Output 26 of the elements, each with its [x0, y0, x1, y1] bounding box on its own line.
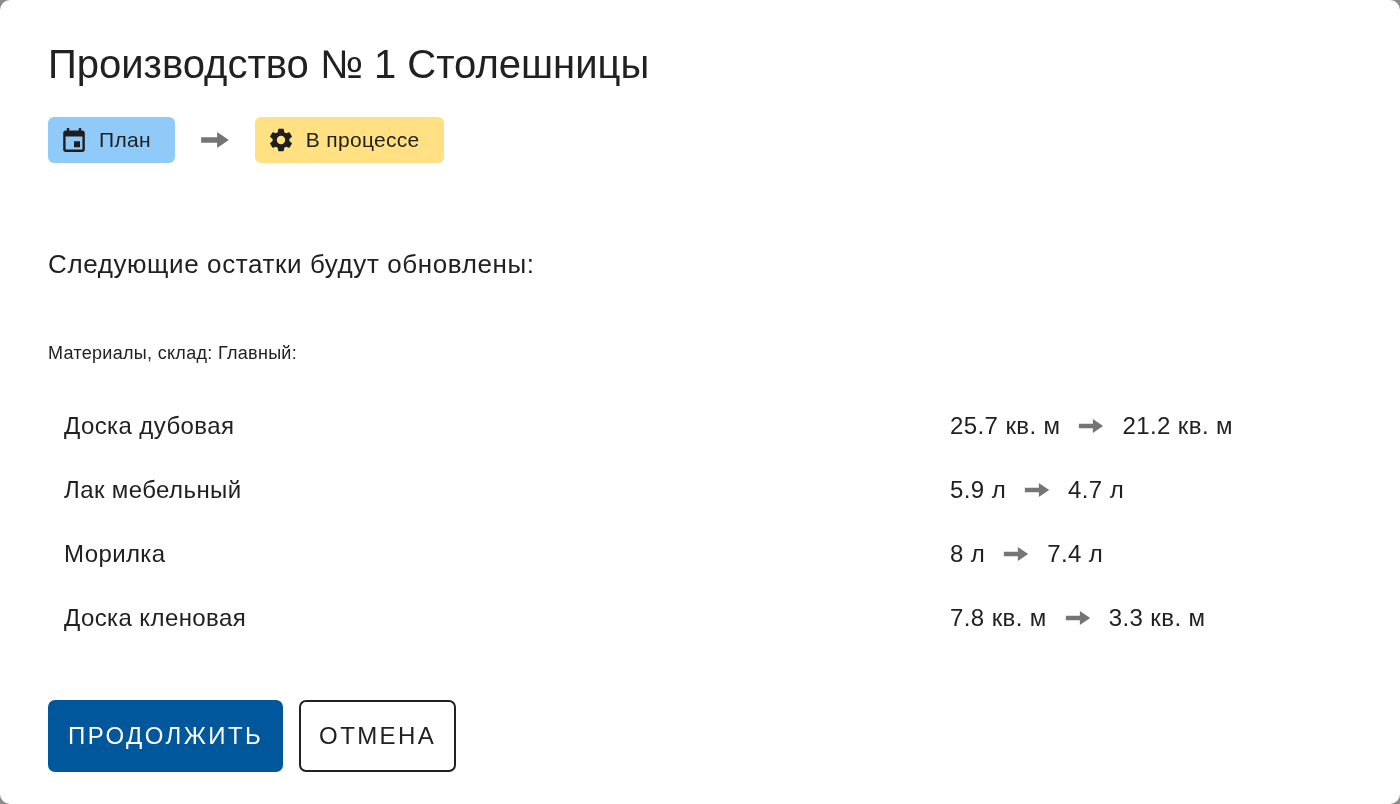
quantity-after: 21.2 кв. м: [1122, 411, 1233, 441]
material-name: Доска кленовая: [64, 603, 248, 633]
material-name: Доска дубовая: [64, 411, 236, 441]
quantity-before: 8 л: [950, 539, 986, 569]
arrow-right-icon: [1003, 547, 1030, 561]
arrow-right-icon: [1024, 483, 1051, 497]
section-heading: Следующие остатки будут обновлены:: [48, 248, 536, 280]
quantity-before: 7.8 кв. м: [950, 603, 1047, 633]
continue-button[interactable]: ПРОДОЛЖИТЬ: [48, 700, 284, 772]
material-name: Морилка: [64, 539, 167, 569]
quantity-before: 25.7 кв. м: [950, 411, 1061, 441]
status-chip: В процессе: [254, 117, 444, 163]
warehouse-label: Материалы, склад: Главный:: [48, 342, 299, 364]
cancel-button[interactable]: ОТМЕНА: [299, 700, 457, 772]
gear-icon: [269, 128, 292, 152]
quantity-after: 4.7 л: [1068, 475, 1125, 505]
quantity-after: 7.4 л: [1047, 539, 1104, 569]
arrow-right-icon: [200, 132, 229, 148]
material-name: Лак мебельный: [64, 475, 243, 505]
status-chip: План: [48, 117, 175, 163]
quantity-after: 3.3 кв. м: [1108, 603, 1206, 633]
arrow-right-icon: [1064, 611, 1091, 625]
quantity-before: 5.9 л: [950, 475, 1007, 505]
dialog-title: Производство № 1 Столешницы: [48, 41, 651, 88]
arrow-right-icon: [1078, 419, 1105, 433]
calendar-icon: [63, 128, 85, 152]
